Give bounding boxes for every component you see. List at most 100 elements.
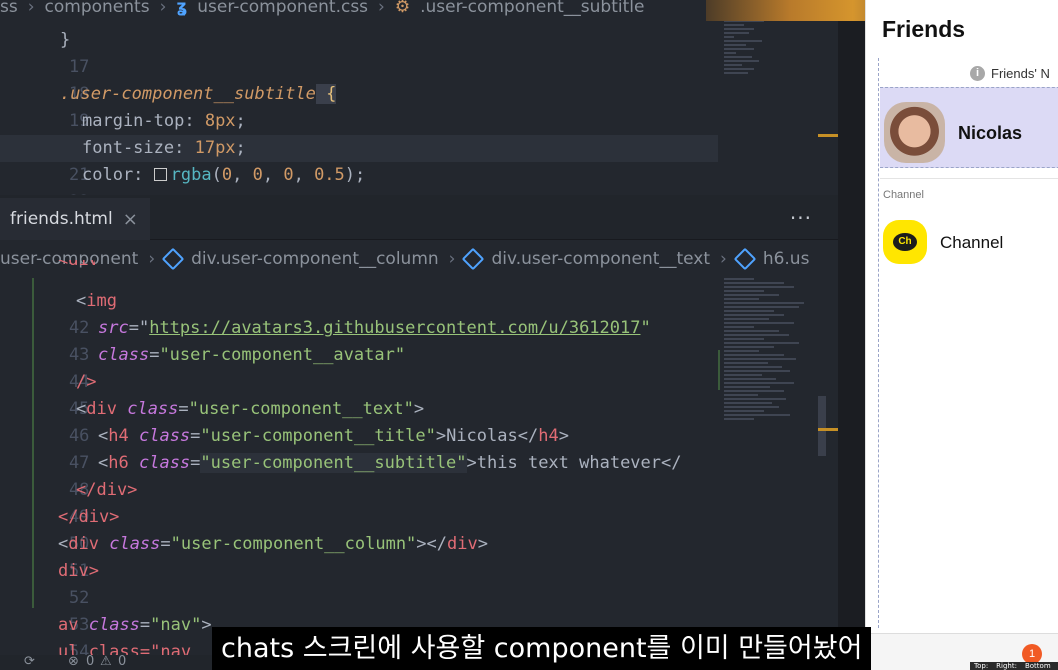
tab-friends-html[interactable]: friends.html × [0,198,150,240]
chevron-right-icon: › [27,0,35,17]
info-icon: i [970,66,985,81]
pos-label-bottom: Bottom [1024,662,1051,670]
attr-value: "user-component__subtitle" [200,453,467,473]
attr-value: "user-component__title" [200,426,436,446]
user-component[interactable]: Nicolas [880,87,1058,168]
friends-notice-text: Friends' N [991,66,1050,81]
code-line[interactable]: 17 } [0,27,720,77]
breadcrumb-components[interactable]: components [45,0,150,17]
code-text: div> [58,561,99,581]
css-file-icon: ʓ [176,0,188,17]
code-line-current[interactable]: 21 font-size: 17px; [0,135,718,185]
html-breadcrumb: user-component › div.user-component__col… [0,247,810,271]
code-line[interactable]: 22 color: rgba(0, 0, 0, 0.5); [0,162,720,195]
code-line[interactable]: 50 </div> [0,504,119,554]
chevron-right-icon: › [148,249,156,269]
color-swatch-icon[interactable] [153,168,167,181]
rgba-arg: 0 [221,165,233,185]
element-icon [733,247,757,271]
comma: , [232,165,253,185]
code-text: <h4 class="user-component__title">Nicola… [98,426,569,446]
pos-label-top: Top: [974,662,989,670]
tag-name: img [86,291,117,311]
chevron-right-icon: › [159,0,167,17]
css-editor-pane[interactable]: ss › components › ʓ user-component.css ›… [0,0,840,195]
chevron-right-icon: › [448,249,456,269]
attr-name: src [98,318,129,338]
sync-icon[interactable]: ⟳ [24,654,35,669]
error-icon[interactable]: ⊗ [68,654,79,669]
code-line[interactable]: 51 <div class="user-component__column"><… [0,531,488,581]
scrollbar-marker [818,428,838,431]
code-line[interactable]: 41 <div class="user-component__column"> [0,260,95,280]
breadcrumb-root[interactable]: ss [0,0,18,17]
git-gutter-bar [32,278,34,608]
css-minimap[interactable] [724,18,819,76]
code-line[interactable]: 44 class="user-component__avatar" [0,342,405,392]
warning-count: 0 [118,654,127,669]
breadcrumb-item[interactable]: div.user-component__text [491,249,710,269]
scrollbar-marker [818,134,838,137]
attr-name: class [98,345,150,365]
breadcrumb-selector[interactable]: .user-component__subtitle [420,0,644,17]
css-value: 8px [204,111,236,131]
attr-value: "nav" [150,615,202,635]
code-text: <div class="user-component__column"></di… [58,534,488,554]
scrollbar-thumb[interactable] [818,396,826,456]
attr-name: class [138,453,191,473]
code-text: color: rgba(0, 0, 0, 0.5); [82,162,365,189]
code-line[interactable]: 52 div> [0,558,99,608]
code-line[interactable]: 48 <h6 class="user-component__subtitle">… [0,450,682,500]
more-actions-icon[interactable]: ··· [790,206,812,230]
warning-icon[interactable]: ⚠ [100,654,112,669]
pane-divider[interactable] [838,0,865,670]
code-line[interactable]: 20 margin-top: 8px; [0,108,720,158]
element-icon [161,247,185,271]
code-text: <div class="user-component__text"> [76,399,425,419]
code-line[interactable]: 43 src="https://avatars3.githubuserconte… [0,315,651,365]
html-editor-pane[interactable]: friends.html × ··· user-component › div.… [0,198,840,670]
chat-bubble-icon: Ch [893,233,917,251]
code-text: class="user-component__avatar" [98,345,406,365]
code-line[interactable]: 45 /> [0,369,97,419]
semicolon: ; [235,138,246,158]
css-property: font-size: [82,138,195,158]
image-url-link[interactable]: https://avatars3.githubusercontent.com/u… [149,318,640,338]
attr-name: class [88,615,140,635]
avatar [884,102,945,163]
chevron-right-icon: › [378,0,385,17]
code-line[interactable]: 46 <div class="user-component__text"> [0,396,424,446]
attr-name: class [109,534,161,554]
comma: , [262,165,284,185]
semicolon: ; [235,111,246,131]
rgba-arg: 0.5 [314,165,345,185]
code-text: </div> [58,507,120,527]
rgba-arg: 0 [283,165,294,185]
breadcrumb-item[interactable]: div.user-component__column [191,249,439,269]
layout-guide [878,58,879,628]
code-line[interactable]: 18 [0,54,720,104]
user-name: Nicolas [958,123,1023,143]
code-line[interactable]: 54 av class="nav"> [0,612,212,662]
code-line[interactable]: 53 [0,585,95,635]
breadcrumb-css-file[interactable]: user-component.css [197,0,368,17]
css-function: rgba [170,165,212,185]
close-icon[interactable]: × [123,209,138,230]
code-line[interactable]: 42 <img [0,288,117,338]
line-number: 22 [61,189,95,195]
html-minimap[interactable] [724,276,819,422]
comma: , [293,165,315,185]
channel-icon[interactable]: Ch [883,220,927,264]
code-line[interactable]: 19 .user-component__subtitle { [0,81,720,131]
channel-name[interactable]: Channel [940,233,1003,253]
code-line[interactable]: 47 <h4 class="user-component__title">Nic… [0,423,569,473]
open-brace: { [315,84,337,104]
breadcrumb-item[interactable]: h6.us [763,249,810,269]
subtitle-caption: chats 스크린에 사용할 component를 이미 만들어놨어 [212,627,872,670]
text-node: Nicolas [446,426,518,446]
error-count: 0 [86,654,95,669]
code-line[interactable]: 49 </div> [0,477,137,527]
attr-value: "user-component__avatar" [159,345,406,365]
friends-notice[interactable]: i Friends' N [970,66,1050,81]
chevron-right-icon: › [720,249,727,269]
